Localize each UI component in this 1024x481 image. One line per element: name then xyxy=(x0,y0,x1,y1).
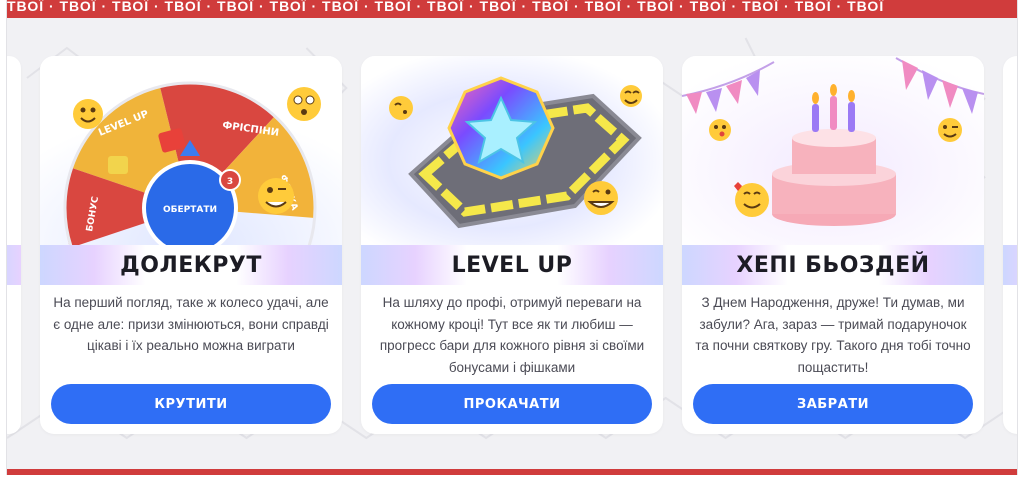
card-description: З Днем Народження, друже! Ти думав, ми з… xyxy=(695,295,971,375)
emoji-happy-icon xyxy=(620,85,642,107)
card-dolekrut: LEVEL UP ФРІСПІНИ БОНУС ФОТКА ОБЕРТАТИ 3… xyxy=(40,56,342,434)
ticker-text: ТВОЇ · ТВОЇ · ТВОЇ · ТВОЇ · ТВОЇ · ТВОЇ … xyxy=(7,0,885,14)
card-partial-left[interactable] xyxy=(7,56,21,434)
card-title-band: ДОЛЕКРУТ xyxy=(40,245,342,285)
card-title: ХЕПІ БЬОЗДЕЙ xyxy=(736,252,930,278)
card-happy-birthday: ХЕПІ БЬОЗДЕЙ З Днем Народження, друже! Т… xyxy=(682,56,984,434)
card-title-band: LEVEL UP xyxy=(361,245,663,285)
card-level-up: LEVEL UP На шляху до профі, отримуй пере… xyxy=(361,56,663,434)
partial-title-band xyxy=(7,245,21,285)
wheel-center-label: ОБЕРТАТИ xyxy=(163,205,217,215)
emoji-smile-icon xyxy=(73,99,103,129)
bottom-accent-bar xyxy=(7,469,1017,475)
level-up-illustration xyxy=(361,56,663,246)
card-partial-right[interactable] xyxy=(1003,56,1017,434)
birthday-cake-illustration xyxy=(682,56,984,246)
wheel-badge-count: 3 xyxy=(227,177,233,187)
wheel-illustration: LEVEL UP ФРІСПІНИ БОНУС ФОТКА ОБЕРТАТИ 3 xyxy=(40,56,342,246)
card-description: На шляху до профі, отримуй переваги на к… xyxy=(379,295,645,375)
partial-title-band xyxy=(1003,245,1017,285)
ticket-icon xyxy=(108,156,128,174)
card-description: На перший погляд, таке ж колесо удачі, а… xyxy=(53,295,329,353)
card-title: LEVEL UP xyxy=(451,252,573,278)
level-up-button[interactable]: ПРОКАЧАТИ xyxy=(372,384,652,424)
spin-button[interactable]: КРУТИТИ xyxy=(51,384,331,424)
emoji-wink-icon xyxy=(938,118,962,142)
claim-button[interactable]: ЗАБРАТИ xyxy=(693,384,973,424)
promo-carousel: ТВОЇ · ТВОЇ · ТВОЇ · ТВОЇ · ТВОЇ · ТВОЇ … xyxy=(6,0,1018,475)
emoji-grin-icon xyxy=(584,181,618,215)
emoji-kiss-icon xyxy=(389,96,413,120)
emoji-surprised-icon xyxy=(287,87,321,121)
card-title-band: ХЕПІ БЬОЗДЕЙ xyxy=(682,245,984,285)
card-title: ДОЛЕКРУТ xyxy=(120,252,262,278)
emoji-wink-icon xyxy=(258,178,294,214)
emoji-kiss-icon xyxy=(709,119,731,141)
ticker-banner: ТВОЇ · ТВОЇ · ТВОЇ · ТВОЇ · ТВОЇ · ТВОЇ … xyxy=(7,0,1017,18)
